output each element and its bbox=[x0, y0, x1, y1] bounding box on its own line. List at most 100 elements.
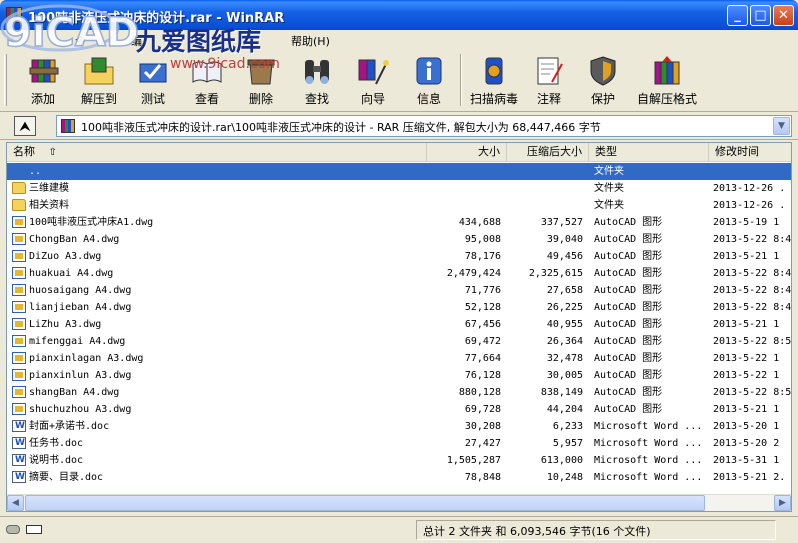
file-modified: 2013-12-26 . bbox=[713, 183, 786, 194]
file-list[interactable]: 名称 ⇧ 大小 压缩后大小 类型 修改时间 .. 文件夹 三维建模 文件夹 2013-1… bbox=[6, 142, 792, 512]
file-row[interactable]: ChongBan A4.dwg 95,008 39,040 AutoCAD 图形 201… bbox=[7, 231, 791, 248]
file-row[interactable]: 任务书.doc 27,427 5,957 Microsoft Word ... 2013… bbox=[7, 435, 791, 452]
file-type: AutoCAD 图形 bbox=[594, 268, 663, 279]
file-type: Microsoft Word ... bbox=[594, 421, 703, 432]
find-button[interactable]: 查找 bbox=[292, 52, 342, 108]
file-row[interactable]: 摘要、目录.doc 78,848 10,248 Microsoft Word ... 2… bbox=[7, 469, 791, 486]
file-modified: 2013-5-21 1 bbox=[713, 251, 780, 262]
file-name: lianjieban A4.dwg bbox=[29, 302, 132, 313]
virus-scan-label: 扫描病毒 bbox=[469, 92, 518, 106]
file-size bbox=[427, 180, 501, 197]
file-name: 封面+承诺书.doc bbox=[29, 421, 110, 432]
file-row[interactable]: shuchuzhou A3.dwg 69,728 44,204 AutoCAD 图形 2… bbox=[7, 401, 791, 418]
column-type[interactable]: 类型 bbox=[589, 143, 709, 162]
extract-to-label: 解压到 bbox=[80, 92, 117, 106]
scroll-thumb[interactable] bbox=[25, 495, 705, 511]
dwg-file-icon bbox=[12, 386, 26, 398]
file-row[interactable]: 说明书.doc 1,505,287 613,000 Microsoft Word ..… bbox=[7, 452, 791, 469]
file-row[interactable]: huosaigang A4.dwg 71,776 27,658 AutoCAD 图形 2… bbox=[7, 282, 791, 299]
archive-icon bbox=[61, 119, 75, 133]
file-size: 69,472 bbox=[464, 336, 501, 347]
sfx-button[interactable]: 自解压格式 bbox=[634, 52, 700, 108]
file-modified bbox=[713, 163, 791, 180]
up-folder-icon bbox=[12, 165, 26, 177]
file-modified: 2013-12-26 . bbox=[713, 200, 786, 211]
sfx-label: 自解压格式 bbox=[636, 92, 697, 106]
file-name: 相关资料 bbox=[29, 200, 69, 211]
horizontal-scrollbar[interactable]: ◀ ▶ bbox=[7, 494, 791, 511]
file-name: pianxinlun A3.dwg bbox=[29, 370, 132, 381]
svg-text:9iCAD: 9iCAD bbox=[4, 10, 139, 56]
file-row[interactable]: pianxinlagan A3.dwg 77,664 32,478 AutoCAD 图… bbox=[7, 350, 791, 367]
file-row[interactable]: 封面+承诺书.doc 30,208 6,233 Microsoft Word ... 2… bbox=[7, 418, 791, 435]
file-size: 2,479,424 bbox=[446, 268, 501, 279]
info-button[interactable]: 信息 bbox=[404, 52, 454, 108]
file-packed-size: 27,658 bbox=[546, 285, 583, 296]
file-type: AutoCAD 图形 bbox=[594, 302, 663, 313]
file-packed-size: 44,204 bbox=[546, 404, 583, 415]
file-row[interactable]: 相关资料 文件夹 2013-12-26 . bbox=[7, 197, 791, 214]
file-size: 69,728 bbox=[464, 404, 501, 415]
file-modified: 2013-5-21 1 bbox=[713, 319, 780, 330]
comment-button[interactable]: 注释 bbox=[526, 52, 572, 108]
file-type: AutoCAD 图形 bbox=[594, 404, 663, 415]
status-icons bbox=[6, 523, 44, 537]
address-dropdown-button[interactable]: ▼ bbox=[773, 117, 790, 135]
address-field[interactable]: 100吨非液压式冲床的设计.rar\100吨非液压式冲床的设计 - RAR 压缩… bbox=[56, 115, 792, 137]
file-row[interactable]: 100吨非液压式冲床A1.dwg 434,688 337,527 AutoCAD 图形… bbox=[7, 214, 791, 231]
minimize-button[interactable]: _ bbox=[727, 5, 748, 26]
file-packed-size: 49,456 bbox=[546, 251, 583, 262]
file-packed-size: 40,955 bbox=[546, 319, 583, 330]
dwg-file-icon bbox=[12, 216, 26, 228]
file-type: 文件夹 bbox=[594, 166, 624, 177]
column-modified[interactable]: 修改时间 bbox=[709, 143, 791, 162]
file-size: 78,848 bbox=[464, 472, 501, 483]
file-size: 95,008 bbox=[464, 234, 501, 245]
file-row[interactable]: mifenggai A4.dwg 69,472 26,364 AutoCAD 图形 20… bbox=[7, 333, 791, 350]
file-modified: 2013-5-22 1 bbox=[713, 353, 780, 364]
file-size bbox=[427, 197, 501, 214]
file-name: 三维建模 bbox=[29, 183, 69, 194]
close-button[interactable]: ✕ bbox=[773, 5, 794, 26]
maximize-button[interactable]: □ bbox=[750, 5, 771, 26]
file-type: AutoCAD 图形 bbox=[594, 217, 663, 228]
file-row[interactable]: huakuai A4.dwg 2,479,424 2,325,615 AutoCAD … bbox=[7, 265, 791, 282]
comment-icon bbox=[532, 54, 566, 88]
up-one-level-button[interactable]: ⮝ bbox=[14, 116, 36, 136]
dwg-file-icon bbox=[12, 352, 26, 364]
comment-label: 注释 bbox=[536, 92, 561, 106]
file-name: .. bbox=[29, 166, 42, 177]
column-name[interactable]: 名称 ⇧ bbox=[7, 143, 427, 162]
file-modified: 2013-5-20 1 bbox=[713, 421, 780, 432]
column-header: 名称 ⇧ 大小 压缩后大小 类型 修改时间 bbox=[7, 143, 791, 162]
file-modified: 2013-5-22 8:4 bbox=[713, 302, 792, 313]
file-size: 76,128 bbox=[464, 370, 501, 381]
delete-label: 删除 bbox=[248, 92, 273, 106]
wizard-button[interactable]: 向导 bbox=[348, 52, 398, 108]
file-row[interactable]: .. 文件夹 bbox=[7, 163, 791, 180]
file-row[interactable]: 三维建模 文件夹 2013-12-26 . bbox=[7, 180, 791, 197]
file-size: 434,688 bbox=[458, 217, 501, 228]
file-row[interactable]: DiZuo A3.dwg 78,176 49,456 AutoCAD 图形 2013-5… bbox=[7, 248, 791, 265]
protect-button[interactable]: 保护 bbox=[580, 52, 626, 108]
file-size bbox=[427, 163, 501, 180]
file-row[interactable]: shangBan A4.dwg 880,128 838,149 AutoCAD 图形 2… bbox=[7, 384, 791, 401]
file-name: 任务书.doc bbox=[29, 438, 84, 449]
file-row[interactable]: LiZhu A3.dwg 67,456 40,955 AutoCAD 图形 2013-5… bbox=[7, 316, 791, 333]
scroll-left-button[interactable]: ◀ bbox=[7, 495, 24, 511]
file-type: Microsoft Word ... bbox=[594, 472, 703, 483]
file-modified: 2013-5-21 1 bbox=[713, 404, 780, 415]
scroll-right-button[interactable]: ▶ bbox=[774, 495, 791, 511]
virus-scan-button[interactable]: 扫描病毒 bbox=[466, 52, 522, 108]
file-row[interactable]: lianjieban A4.dwg 52,128 26,225 AutoCAD 图形 2… bbox=[7, 299, 792, 316]
watermark-url: www.9icad.com bbox=[170, 56, 280, 72]
column-name-label: 名称 bbox=[13, 145, 35, 158]
file-modified: 2013-5-31 1 bbox=[713, 455, 780, 466]
view-label: 查看 bbox=[194, 92, 219, 106]
column-packed[interactable]: 压缩后大小 bbox=[507, 143, 589, 162]
file-type: AutoCAD 图形 bbox=[594, 319, 663, 330]
menu-help[interactable]: 帮助(H) bbox=[286, 32, 335, 50]
file-row[interactable]: pianxinlun A3.dwg 76,128 30,005 AutoCAD 图形 2… bbox=[7, 367, 791, 384]
file-type: Microsoft Word ... bbox=[594, 438, 703, 449]
column-size[interactable]: 大小 bbox=[427, 143, 507, 162]
